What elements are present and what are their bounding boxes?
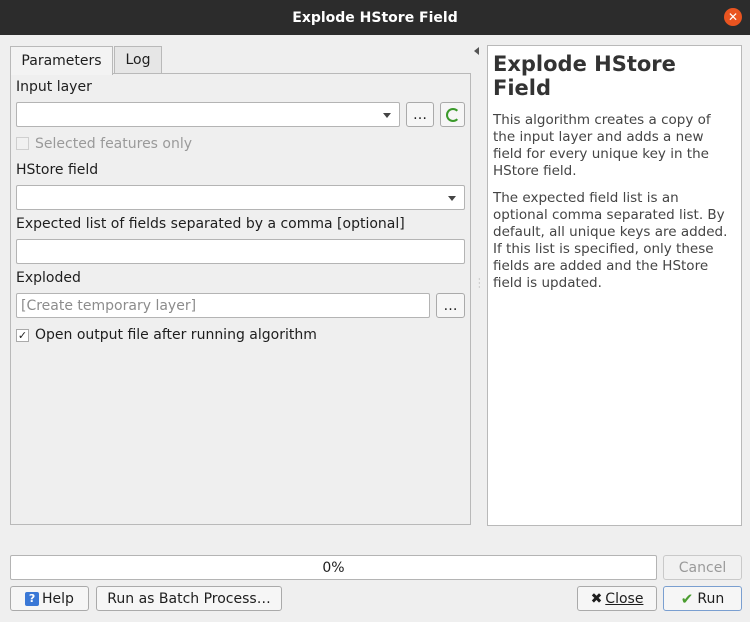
input-layer-combobox[interactable] — [16, 102, 400, 127]
iterate-button[interactable] — [440, 102, 465, 127]
splitter-handle[interactable]: · · · — [478, 276, 481, 292]
open-output-checkbox[interactable]: ✓ — [16, 329, 29, 342]
open-output-label: Open output file after running algorithm — [35, 327, 317, 343]
progress-bar: 0% — [10, 555, 657, 580]
title-bar: Explode HStore Field ✕ — [0, 0, 750, 35]
chevron-down-icon — [448, 196, 456, 201]
run-label: Run — [697, 590, 725, 607]
close-button[interactable]: ✖ Close — [577, 586, 657, 611]
run-batch-button[interactable]: Run as Batch Process… — [96, 586, 282, 611]
input-layer-label: Input layer — [16, 79, 92, 95]
tab-parameters[interactable]: Parameters — [10, 46, 113, 75]
cancel-label: Cancel — [678, 559, 727, 576]
help-label: Help — [42, 590, 74, 607]
progress-text: 0% — [322, 559, 345, 576]
exploded-placeholder: [Create temporary layer] — [21, 298, 197, 314]
close-label: Close — [605, 590, 644, 607]
tab-log-label: Log — [125, 52, 151, 68]
window-title: Explode HStore Field — [292, 9, 458, 26]
help-paragraph-2: The expected field list is an optional c… — [493, 190, 728, 291]
exploded-browse-button[interactable]: … — [436, 293, 465, 318]
refresh-icon — [445, 107, 460, 122]
exploded-output-input[interactable]: [Create temporary layer] — [16, 293, 430, 318]
hstore-field-label: HStore field — [16, 162, 99, 178]
cancel-button[interactable]: Cancel — [663, 555, 742, 580]
selected-features-label: Selected features only — [35, 136, 193, 152]
run-button[interactable]: ✔ Run — [663, 586, 742, 611]
close-icon: ✖ — [590, 590, 603, 607]
input-layer-browse-button[interactable]: … — [406, 102, 434, 127]
collapse-arrow-icon[interactable] — [474, 47, 479, 55]
chevron-down-icon — [383, 113, 391, 118]
window-close-icon[interactable]: ✕ — [724, 8, 742, 26]
help-icon: ? — [25, 591, 40, 606]
expected-list-label: Expected list of fields separated by a c… — [16, 216, 405, 232]
checkmark-icon: ✔ — [680, 589, 694, 608]
hstore-field-combobox[interactable] — [16, 185, 465, 210]
browse-label: … — [413, 106, 427, 123]
tab-parameters-label: Parameters — [21, 53, 102, 69]
browse-label: … — [443, 297, 458, 314]
run-batch-label: Run as Batch Process… — [107, 590, 271, 607]
expected-list-input[interactable] — [16, 239, 465, 264]
help-paragraph-1: This algorithm creates a copy of the inp… — [493, 112, 711, 179]
help-button[interactable]: ? Help — [10, 586, 89, 611]
help-title: Explode HStore Field — [493, 52, 676, 100]
exploded-label: Exploded — [16, 270, 81, 286]
help-pane: Explode HStore Field This algorithm crea… — [487, 45, 742, 526]
tab-log[interactable]: Log — [114, 46, 162, 74]
selected-features-checkbox[interactable] — [16, 137, 29, 150]
